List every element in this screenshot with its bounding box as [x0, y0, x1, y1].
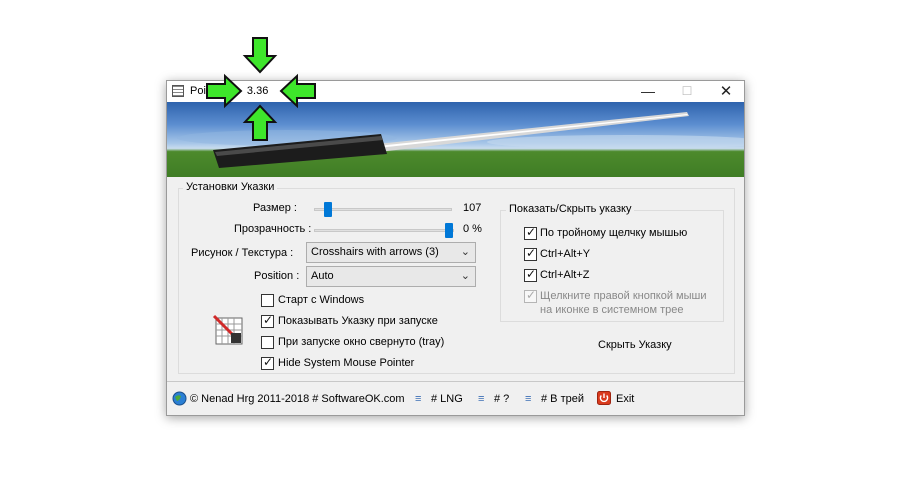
triple-click-checkbox[interactable]: [524, 225, 537, 240]
arrow-up-icon: [242, 104, 278, 141]
start-minimized-checkbox[interactable]: [261, 336, 274, 349]
ctrl-alt-y-label: Ctrl+Alt+Y: [540, 248, 591, 260]
exit-button[interactable]: Exit: [616, 393, 634, 405]
power-icon[interactable]: [597, 391, 611, 405]
arrow-down-icon: [242, 37, 278, 74]
globe-icon[interactable]: [172, 391, 187, 406]
transparency-slider-thumb[interactable]: [445, 223, 453, 238]
tray-right-click-label-line1: Щелкните правой кнопкой мыши: [540, 290, 707, 302]
chevron-down-icon: ⌄: [460, 246, 470, 258]
texture-select[interactable]: Crosshairs with arrows (3) ⌄: [306, 242, 476, 263]
start-with-windows-label: Старт с Windows: [278, 294, 365, 306]
show-hide-legend: Показать/Скрыть указку: [506, 203, 635, 215]
tray-right-click-label-line2: на иконке в системном трее: [540, 304, 684, 316]
menu-icon: ≡: [478, 393, 485, 405]
crosshair-arrows-pointer: [206, 37, 316, 141]
arrow-left-icon: [279, 73, 316, 109]
size-slider[interactable]: [314, 208, 452, 211]
start-with-windows-checkbox[interactable]: [261, 294, 274, 307]
show-pointer-on-start-label: Показывать Указку при запуске: [278, 315, 438, 327]
help-menu[interactable]: # ?: [494, 393, 509, 405]
show-pointer-on-start-checkbox[interactable]: [261, 313, 274, 328]
footer-divider: [167, 381, 744, 382]
tray-right-click-checkbox[interactable]: [524, 288, 537, 303]
menu-icon: ≡: [525, 393, 532, 405]
settings-legend: Установки Указки: [183, 181, 278, 193]
app-icon: [172, 85, 184, 97]
ctrl-alt-z-label: Ctrl+Alt+Z: [540, 269, 590, 281]
size-slider-thumb[interactable]: [324, 202, 332, 217]
transparency-label: Прозрачность :: [234, 223, 312, 235]
size-label: Размер :: [253, 202, 297, 214]
position-select[interactable]: Auto ⌄: [306, 266, 476, 287]
pointer-preview-icon: [212, 314, 243, 345]
copyright-link[interactable]: © Nenad Hrg 2011-2018 # SoftwareOK.com: [190, 393, 405, 405]
hide-system-pointer-checkbox[interactable]: [261, 355, 274, 370]
menu-icon: ≡: [415, 393, 422, 405]
texture-label: Рисунок / Текстура :: [191, 247, 294, 259]
position-select-value: Auto: [311, 270, 334, 282]
title-prefix: Poi: [190, 85, 206, 97]
ctrl-alt-z-checkbox[interactable]: [524, 267, 537, 282]
maximize-button[interactable]: ☐: [668, 81, 706, 102]
ctrl-alt-y-checkbox[interactable]: [524, 246, 537, 261]
transparency-value: 0 %: [463, 223, 482, 235]
transparency-slider[interactable]: [314, 229, 454, 232]
texture-select-value: Crosshairs with arrows (3): [311, 246, 439, 258]
triple-click-label: По тройному щелчку мышью: [540, 227, 688, 239]
size-value: 107: [463, 202, 482, 214]
to-tray-menu[interactable]: # В трей: [541, 393, 584, 405]
footer-bar: © Nenad Hrg 2011-2018 # SoftwareOK.com ≡…: [167, 386, 744, 414]
chevron-down-icon: ⌄: [460, 270, 470, 282]
language-menu[interactable]: # LNG: [431, 393, 463, 405]
hide-pointer-button[interactable]: Скрыть Указку: [598, 339, 672, 351]
minimize-button[interactable]: —: [629, 81, 667, 102]
close-button[interactable]: ✕: [707, 81, 745, 102]
arrow-right-icon: [206, 73, 243, 109]
position-label: Position :: [254, 270, 300, 282]
start-minimized-label: При запуске окно свернуто (tray): [278, 336, 445, 348]
hide-system-pointer-label: Hide System Mouse Pointer: [278, 357, 415, 369]
show-hide-group: Показать/Скрыть указку По тройному щелчк…: [500, 203, 724, 322]
